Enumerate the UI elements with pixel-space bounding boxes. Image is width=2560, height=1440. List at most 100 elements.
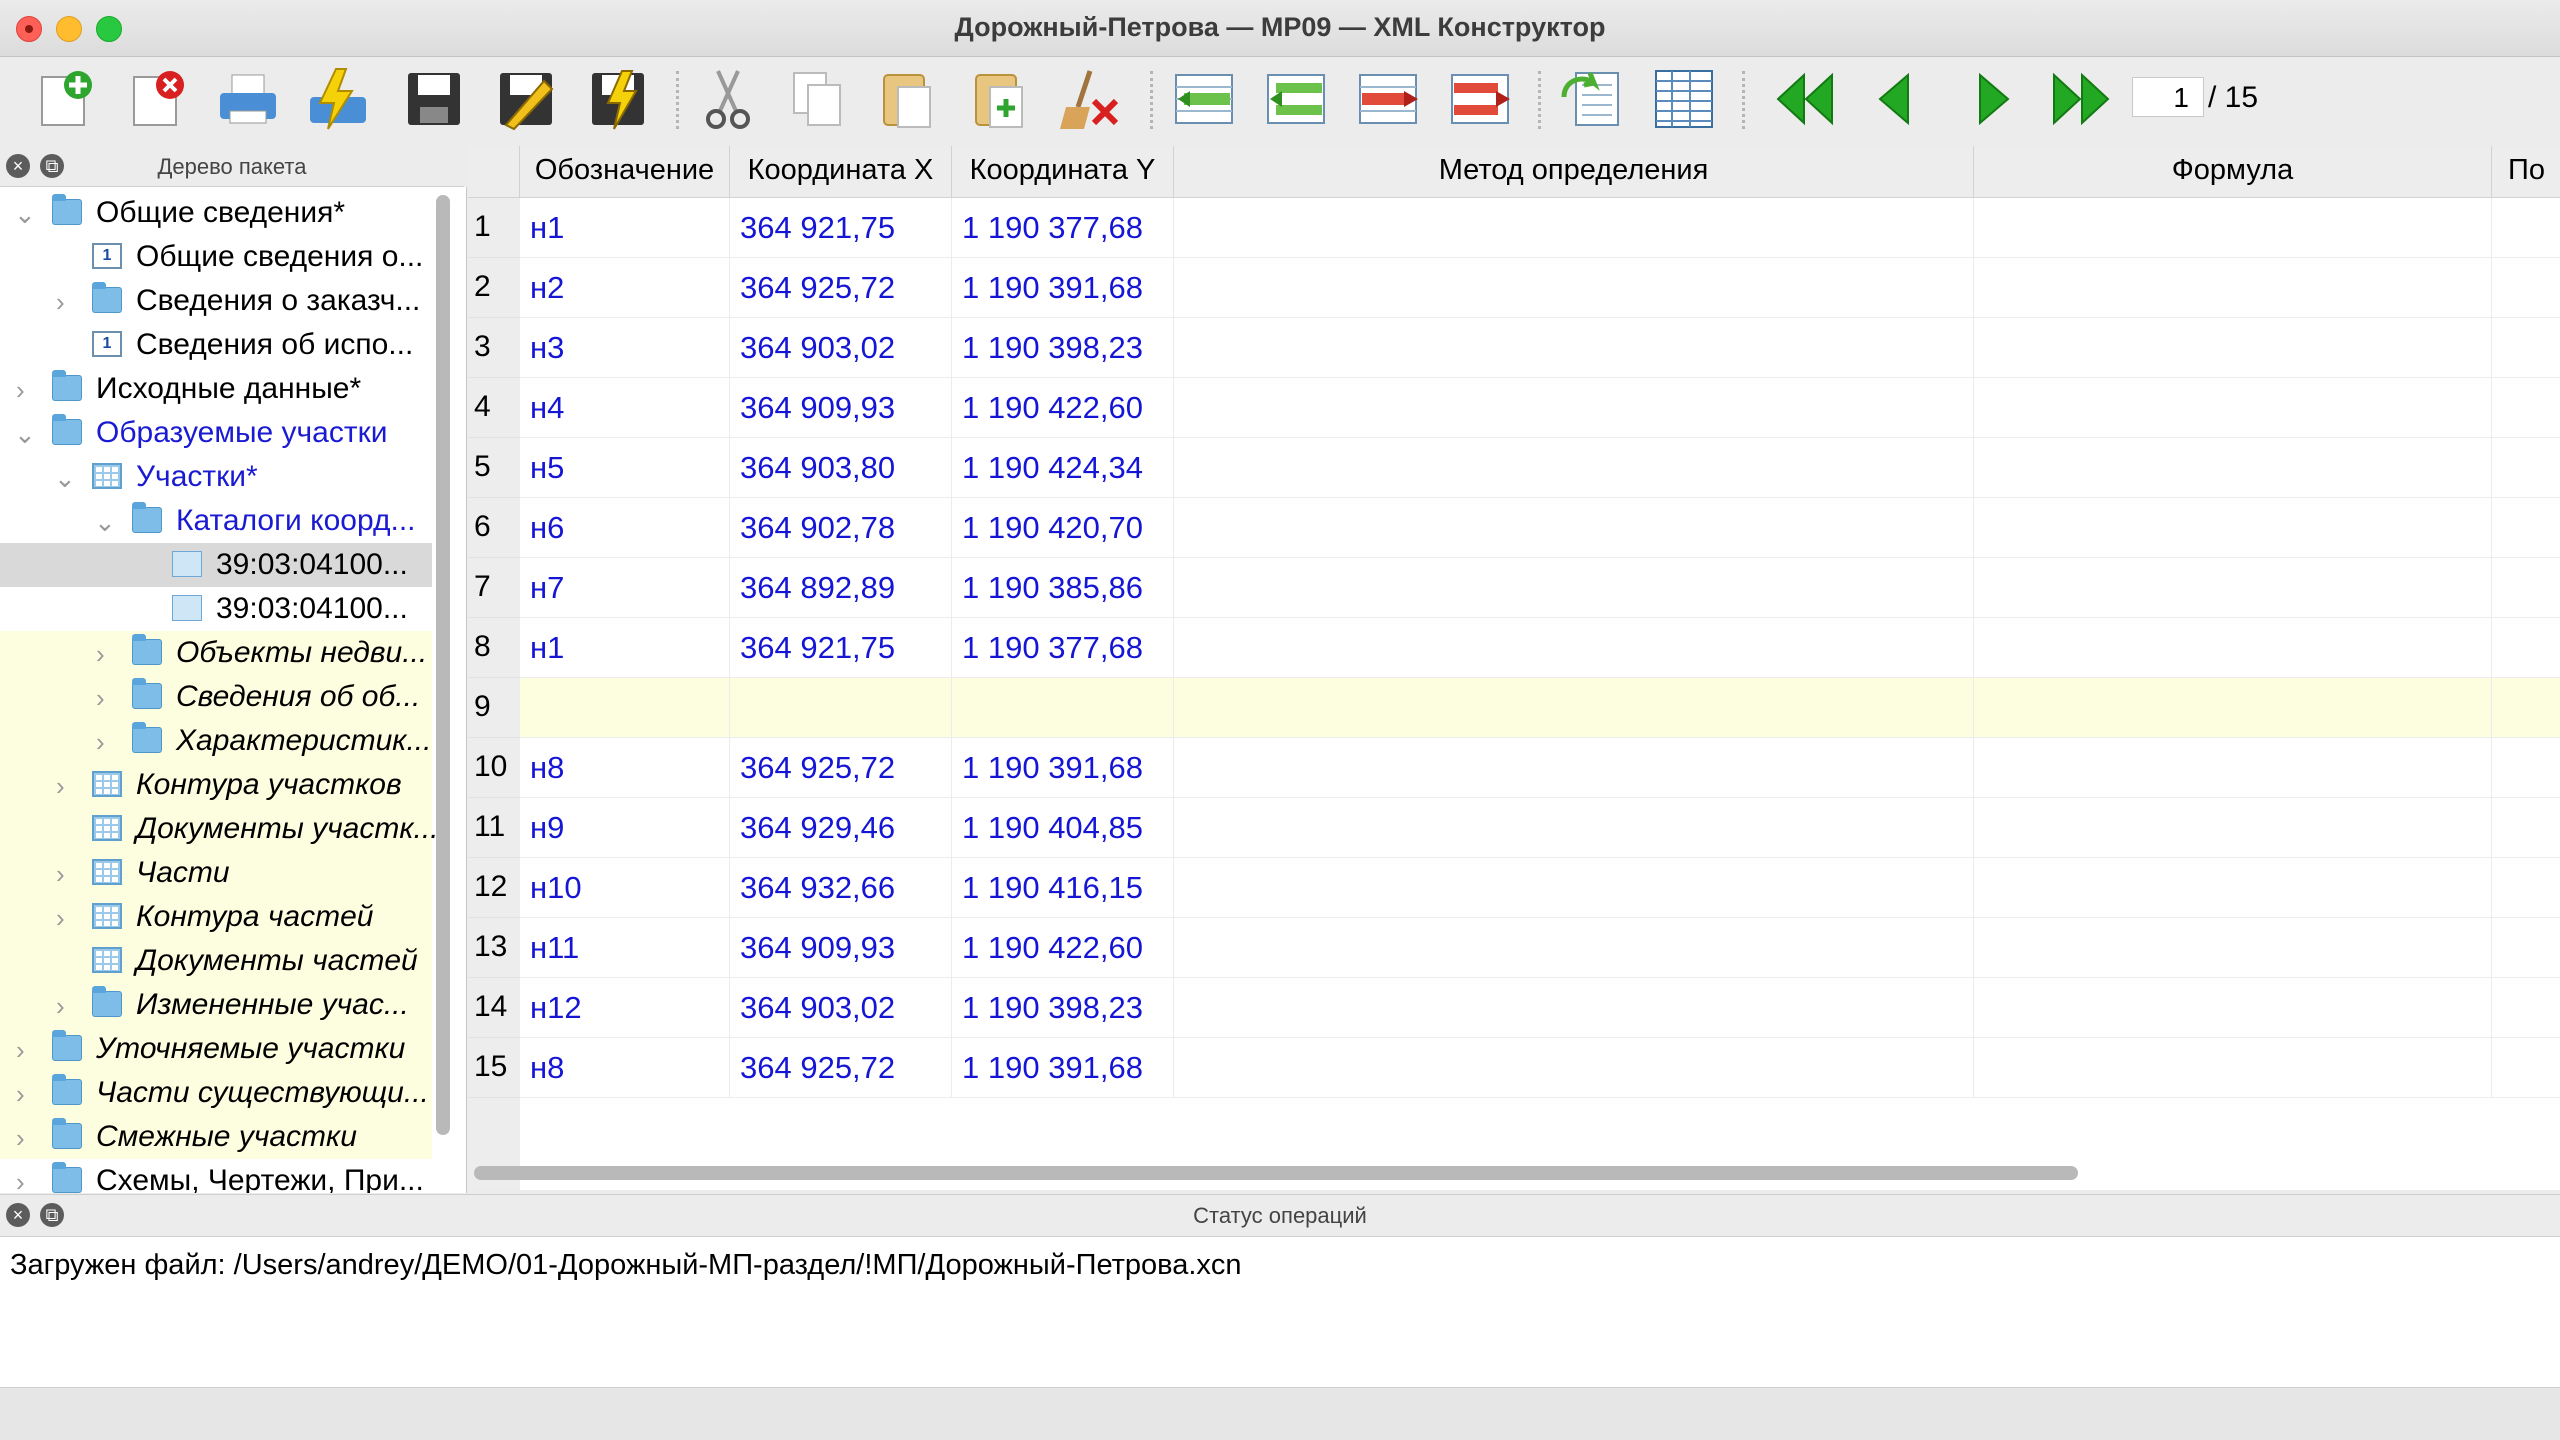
chevron-right-icon[interactable]: › — [56, 287, 65, 318]
row-number[interactable]: 13 — [468, 918, 520, 978]
table-cell[interactable]: 364 903,02 — [730, 318, 952, 378]
save-icon[interactable] — [402, 67, 466, 131]
print-icon[interactable] — [216, 67, 280, 131]
next-page-icon[interactable] — [1958, 67, 2022, 131]
chevron-right-icon[interactable]: › — [96, 727, 105, 758]
append-row-icon[interactable] — [1356, 67, 1420, 131]
tree-item[interactable]: › Сведения о заказч... — [0, 279, 432, 323]
table-cell[interactable] — [2492, 738, 2560, 798]
table-cell[interactable] — [2492, 198, 2560, 258]
column-header[interactable]: Координата X — [730, 146, 952, 198]
table-cell[interactable] — [730, 678, 952, 738]
table-cell[interactable] — [1974, 798, 2492, 858]
save-validate-icon[interactable] — [586, 67, 650, 131]
tree-item[interactable]: › Измененные учас... — [0, 983, 432, 1027]
table-horizontal-scrollbar[interactable] — [474, 1166, 2078, 1180]
chevron-right-icon[interactable]: › — [96, 639, 105, 670]
chevron-down-icon[interactable]: ⌄ — [14, 199, 36, 230]
package-tree[interactable]: ⌄ Общие сведения* 1 Общие сведения о... … — [0, 187, 467, 1193]
table-cell[interactable]: н2 — [520, 258, 730, 318]
table-cell[interactable]: 364 925,72 — [730, 1038, 952, 1098]
copy-icon[interactable] — [786, 67, 850, 131]
table-cell[interactable]: 364 929,46 — [730, 798, 952, 858]
chevron-right-icon[interactable]: › — [16, 1079, 25, 1110]
table-cell[interactable] — [2492, 798, 2560, 858]
table-cell[interactable]: 364 892,89 — [730, 558, 952, 618]
insert-rows-icon[interactable] — [1264, 67, 1328, 131]
tree-item[interactable]: › Объекты недви... — [0, 631, 432, 675]
table-cell[interactable] — [2492, 318, 2560, 378]
table-cell[interactable] — [1974, 618, 2492, 678]
coordinates-table[interactable]: Обозначение Координата X Координата Y Ме… — [468, 146, 2560, 1190]
table-cell[interactable]: 364 902,78 — [730, 498, 952, 558]
tree-item[interactable]: 39:03:04100... — [0, 587, 432, 631]
table-cell[interactable] — [1174, 438, 1974, 498]
table-cell[interactable]: 1 190 377,68 — [952, 198, 1174, 258]
tree-item[interactable]: › Части — [0, 851, 432, 895]
table-cell[interactable]: 364 925,72 — [730, 258, 952, 318]
table-view-icon[interactable] — [1652, 67, 1716, 131]
table-cell[interactable]: 1 190 391,68 — [952, 1038, 1174, 1098]
table-cell[interactable] — [2492, 978, 2560, 1038]
table-cell[interactable]: н9 — [520, 798, 730, 858]
status-log[interactable]: Загружен файл: /Users/andrey/ДЕМО/01-Дор… — [0, 1236, 2560, 1388]
tree-item-selected[interactable]: 39:03:04100... — [0, 543, 432, 587]
row-number[interactable]: 9 — [468, 678, 520, 738]
table-cell[interactable]: 1 190 424,34 — [952, 438, 1174, 498]
table-cell[interactable] — [2492, 1038, 2560, 1098]
column-header[interactable]: Обозначение — [520, 146, 730, 198]
row-number[interactable]: 15 — [468, 1038, 520, 1098]
table-cell[interactable] — [1174, 858, 1974, 918]
table-cell[interactable]: 1 190 416,15 — [952, 858, 1174, 918]
table-cell[interactable]: н7 — [520, 558, 730, 618]
validate-icon[interactable] — [306, 67, 370, 131]
table-cell[interactable] — [2492, 918, 2560, 978]
chevron-right-icon[interactable]: › — [16, 1123, 25, 1154]
import-icon[interactable] — [1560, 67, 1624, 131]
chevron-right-icon[interactable]: › — [56, 903, 65, 934]
cut-icon[interactable] — [696, 67, 760, 131]
table-cell[interactable]: 1 190 422,60 — [952, 918, 1174, 978]
row-number[interactable]: 10 — [468, 738, 520, 798]
tree-item[interactable]: › Смежные участки — [0, 1115, 432, 1159]
table-cell[interactable] — [1174, 618, 1974, 678]
table-cell[interactable] — [2492, 618, 2560, 678]
table-cell[interactable] — [1974, 678, 2492, 738]
table-cell[interactable]: н8 — [520, 1038, 730, 1098]
table-cell[interactable]: 364 909,93 — [730, 378, 952, 438]
table-cell[interactable]: 364 932,66 — [730, 858, 952, 918]
table-cell[interactable] — [2492, 378, 2560, 438]
chevron-right-icon[interactable]: › — [16, 375, 25, 406]
table-cell[interactable]: 1 190 385,86 — [952, 558, 1174, 618]
chevron-right-icon[interactable]: › — [56, 991, 65, 1022]
table-cell[interactable] — [1174, 378, 1974, 438]
table-cell[interactable] — [1974, 438, 2492, 498]
row-number[interactable]: 1 — [468, 198, 520, 258]
column-header[interactable]: По — [2492, 146, 2560, 198]
table-cell[interactable] — [2492, 438, 2560, 498]
clear-icon[interactable] — [1060, 67, 1124, 131]
table-cell[interactable] — [2492, 858, 2560, 918]
table-cell[interactable] — [2492, 258, 2560, 318]
table-cell[interactable] — [1974, 258, 2492, 318]
row-number[interactable]: 11 — [468, 798, 520, 858]
table-cell[interactable]: н5 — [520, 438, 730, 498]
row-number[interactable]: 3 — [468, 318, 520, 378]
append-rows-icon[interactable] — [1448, 67, 1512, 131]
row-number[interactable]: 14 — [468, 978, 520, 1038]
table-cell[interactable] — [1174, 258, 1974, 318]
chevron-down-icon[interactable]: ⌄ — [54, 463, 76, 494]
table-cell[interactable] — [1174, 678, 1974, 738]
row-number[interactable]: 7 — [468, 558, 520, 618]
table-cell[interactable]: 364 921,75 — [730, 618, 952, 678]
table-cell[interactable]: 1 190 398,23 — [952, 318, 1174, 378]
table-cell[interactable] — [520, 678, 730, 738]
table-cell[interactable] — [1974, 1038, 2492, 1098]
table-cell[interactable]: н10 — [520, 858, 730, 918]
table-cell[interactable]: 1 190 404,85 — [952, 798, 1174, 858]
row-number[interactable]: 8 — [468, 618, 520, 678]
paste-icon[interactable] — [876, 67, 940, 131]
table-cell[interactable]: н8 — [520, 738, 730, 798]
table-cell[interactable] — [1974, 918, 2492, 978]
chevron-down-icon[interactable]: ⌄ — [14, 419, 36, 450]
